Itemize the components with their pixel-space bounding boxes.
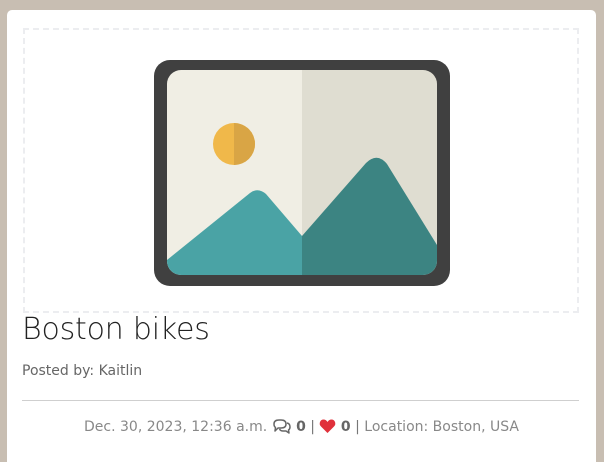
separator: | xyxy=(355,419,360,435)
like-count: 0 xyxy=(340,419,351,435)
heart-icon[interactable] xyxy=(319,419,336,438)
post-image-frame xyxy=(23,28,579,313)
post-location: Location: Boston, USA xyxy=(364,419,519,435)
separator: | xyxy=(310,419,316,435)
comments-icon[interactable] xyxy=(272,418,292,438)
post-card: Boston bikes Posted by: Kaitlin Dec. 30,… xyxy=(7,10,596,462)
comment-count: 0 xyxy=(296,419,306,435)
post-title: Boston bikes xyxy=(22,312,210,347)
post-author: Posted by: Kaitlin xyxy=(22,363,143,379)
post-meta: Dec. 30, 2023, 12:36 a.m. 0 | 0 | Locati… xyxy=(7,418,596,438)
image-placeholder-icon xyxy=(154,60,450,286)
divider xyxy=(22,400,579,401)
post-date: Dec. 30, 2023, 12:36 a.m. xyxy=(84,419,268,435)
